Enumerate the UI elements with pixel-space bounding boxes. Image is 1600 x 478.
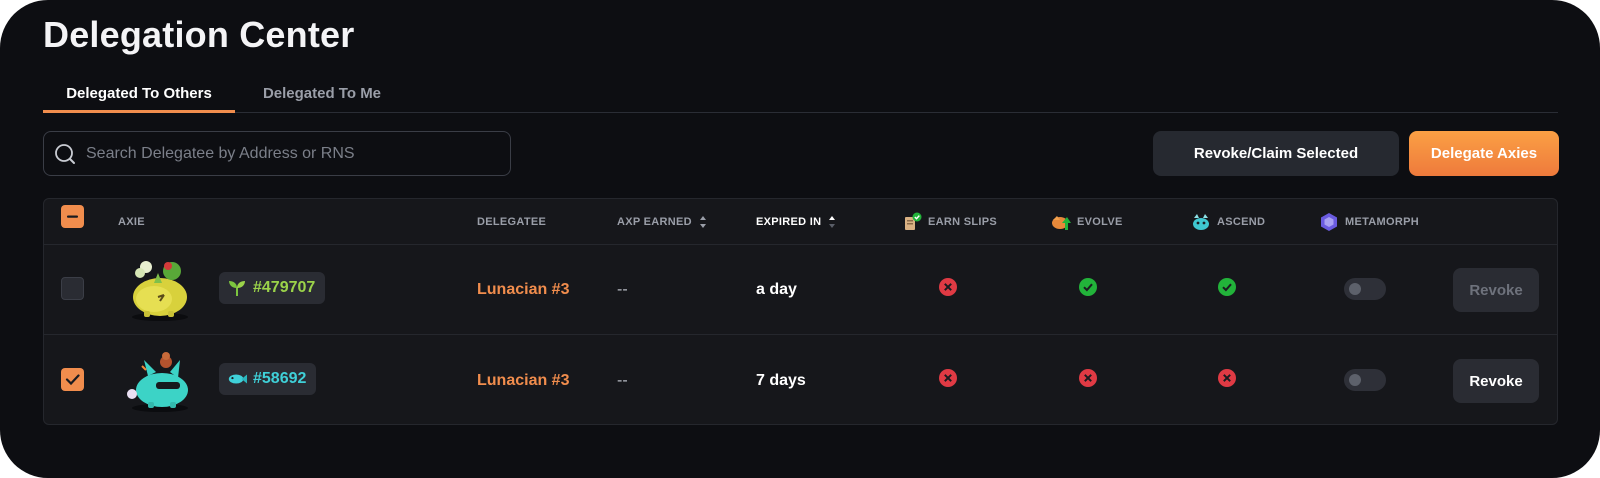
header-ascend: ASCEND	[1191, 199, 1265, 245]
axie-image	[127, 352, 188, 412]
sprout-icon	[229, 281, 245, 296]
header-axp-earned-label: AXP EARNED	[617, 216, 692, 228]
select-all-checkbox[interactable]	[61, 205, 84, 228]
axp-earned: --	[617, 281, 628, 298]
table-row: #479707 Lunacian #3 -- a day Revoke	[44, 245, 1557, 335]
x-circle-icon	[939, 369, 957, 387]
revoke-button[interactable]: Revoke	[1453, 268, 1539, 312]
x-circle-icon	[1218, 369, 1236, 387]
header-earn-slips: EARN SLIPS	[902, 199, 997, 245]
search-box	[43, 131, 511, 176]
delegation-table: AXIE DELEGATEE AXP EARNED EXPIRED IN EAR…	[43, 198, 1558, 425]
x-circle-icon	[1079, 369, 1097, 387]
metamorph-toggle[interactable]	[1344, 369, 1386, 391]
evolve-icon	[1052, 216, 1071, 230]
header-metamorph: METAMORPH	[1319, 199, 1419, 245]
sort-icon[interactable]	[699, 216, 707, 228]
row-checkbox[interactable]	[61, 277, 84, 300]
earn-slips-icon	[905, 212, 922, 230]
search-icon	[54, 143, 76, 165]
ascend-icon	[1193, 214, 1209, 230]
row-checkbox[interactable]	[61, 368, 84, 391]
header-axp-earned[interactable]: AXP EARNED	[617, 199, 707, 245]
header-evolve-label: EVOLVE	[1077, 216, 1123, 228]
header-metamorph-label: METAMORPH	[1345, 216, 1419, 228]
search-input[interactable]	[86, 144, 486, 163]
header-axie: AXIE	[118, 216, 145, 228]
axie-id: #58692	[253, 370, 307, 387]
revoke-button[interactable]: Revoke	[1453, 359, 1539, 403]
checkmark-icon	[65, 374, 80, 386]
header-evolve: EVOLVE	[1051, 199, 1123, 245]
header-delegatee: DELEGATEE	[477, 216, 547, 228]
check-circle-icon	[1079, 278, 1097, 296]
header-expired-in[interactable]: EXPIRED IN	[756, 199, 836, 245]
expired-in: 7 days	[756, 372, 806, 389]
x-circle-icon	[939, 278, 957, 296]
minus-icon	[67, 215, 78, 218]
tab-delegated-to-me[interactable]: Delegated To Me	[252, 85, 392, 113]
metamorph-toggle[interactable]	[1344, 278, 1386, 300]
expired-in: a day	[756, 281, 797, 298]
check-circle-icon	[1218, 278, 1236, 296]
delegatee-link[interactable]: Lunacian #3	[477, 245, 569, 335]
page-title: Delegation Center	[43, 14, 355, 55]
revoke-claim-selected-button[interactable]: Revoke/Claim Selected	[1153, 131, 1399, 176]
sort-icon[interactable]	[829, 216, 836, 228]
delegate-axies-button[interactable]: Delegate Axies	[1409, 131, 1559, 176]
axie-id-badge[interactable]: #58692	[219, 363, 317, 395]
app-window: Delegation Center Delegated To Others De…	[0, 0, 1600, 478]
header-earn-slips-label: EARN SLIPS	[928, 216, 998, 228]
table-row: #58692 Lunacian #3 -- 7 days Revoke	[44, 336, 1557, 424]
fish-icon	[228, 374, 247, 384]
header-ascend-label: ASCEND	[1217, 216, 1266, 228]
tab-bar: Delegated To Others Delegated To Me	[43, 80, 1558, 113]
axp-earned: --	[617, 372, 628, 389]
axie-id: #479707	[253, 279, 316, 296]
axie-id-badge[interactable]: #479707	[219, 272, 326, 304]
table-header: AXIE DELEGATEE AXP EARNED EXPIRED IN EAR…	[44, 199, 1557, 245]
tab-delegated-to-others[interactable]: Delegated To Others	[43, 85, 235, 113]
delegatee-link[interactable]: Lunacian #3	[477, 336, 569, 424]
header-expired-in-label: EXPIRED IN	[756, 216, 822, 228]
axie-image	[132, 261, 188, 321]
metamorph-icon	[1321, 213, 1337, 231]
